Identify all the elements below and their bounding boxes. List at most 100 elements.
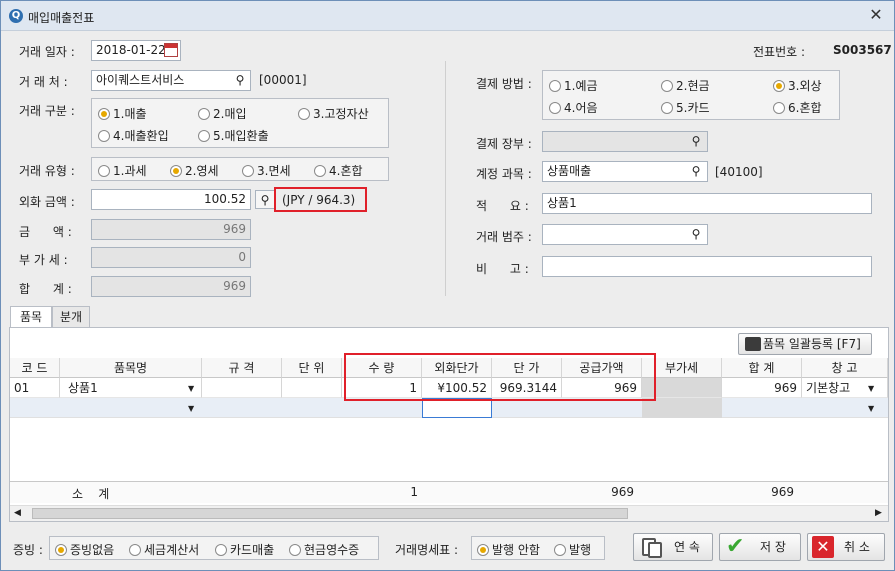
tax-type-zero-radio[interactable]: 2.영세: [170, 162, 219, 179]
continue-button[interactable]: 연 속: [633, 533, 713, 561]
cancel-x-icon: ✕: [812, 536, 834, 558]
pay-card-radio[interactable]: 5.카드: [661, 99, 710, 116]
window-title: 매입매출전표: [28, 11, 95, 25]
calendar-icon[interactable]: [164, 43, 178, 57]
save-button[interactable]: ✔ 저 장: [719, 533, 801, 561]
account-code: [40100]: [715, 165, 763, 179]
tab-journal[interactable]: 분개: [52, 306, 90, 328]
fx-lookup-icon[interactable]: ⚲: [255, 190, 275, 209]
warehouse-dropdown-icon[interactable]: ▼: [868, 384, 874, 393]
category-search-icon[interactable]: ⚲: [686, 225, 706, 244]
trade-type-sale-radio[interactable]: 1.매출: [98, 105, 147, 122]
scroll-right-icon[interactable]: ▶: [875, 508, 882, 518]
account-field[interactable]: 상품매출: [542, 161, 708, 182]
proof-label: 증빙 :: [13, 543, 43, 557]
active-cell[interactable]: [422, 398, 492, 418]
cancel-button[interactable]: ✕ 취 소: [807, 533, 885, 561]
partner-label: 거 래 처 :: [19, 75, 68, 89]
amount-label: 금 액 :: [19, 225, 72, 239]
items-grid: 품목 일괄등록 [F7] 코 드 품목명 규 격 단 위 수 량 외화단가 단 …: [9, 327, 889, 522]
checkmark-icon: ✔: [726, 534, 745, 559]
fx-label: 외화 금액 :: [19, 195, 75, 209]
col-spec[interactable]: 규 격: [202, 358, 282, 378]
scroll-thumb[interactable]: [32, 508, 628, 519]
new-row-item-dropdown-icon[interactable]: ▼: [188, 404, 194, 413]
memo-field[interactable]: 상품1: [542, 193, 872, 214]
partner-field[interactable]: 아이퀘스트서비스: [91, 70, 251, 91]
trade-type-purchase-return-radio[interactable]: 5.매입환출: [198, 127, 269, 144]
partner-code: [00001]: [259, 73, 307, 87]
tax-type-taxable-radio[interactable]: 1.과세: [98, 162, 147, 179]
ledger-label: 결제 장부 :: [476, 137, 532, 151]
grid-highlight: [344, 353, 656, 401]
note-label: 비 고 :: [476, 262, 529, 276]
cell-total[interactable]: 969: [722, 378, 802, 398]
col-warehouse[interactable]: 창 고: [802, 358, 888, 378]
fx-rate-highlight: [274, 187, 367, 212]
tax-type-exempt-radio[interactable]: 3.면세: [242, 162, 291, 179]
horizontal-scrollbar[interactable]: ◀ ▶: [10, 505, 888, 521]
col-code[interactable]: 코 드: [10, 358, 60, 378]
vat-label: 부 가 세 :: [19, 253, 68, 267]
new-row-warehouse-dropdown-icon[interactable]: ▼: [868, 404, 874, 413]
statement-not-issued-radio[interactable]: 발행 안함: [477, 541, 540, 558]
app-logo-icon: Q: [9, 9, 23, 23]
pay-credit-radio[interactable]: 3.외상: [773, 77, 822, 94]
total-field: 969: [91, 276, 251, 297]
col-unit[interactable]: 단 위: [282, 358, 342, 378]
proof-cash-receipt-radio[interactable]: 현금영수증: [289, 541, 359, 558]
cell-warehouse[interactable]: 기본창고: [802, 378, 888, 398]
account-label: 계정 과목 :: [476, 167, 532, 181]
cell-item-name[interactable]: 상품1: [60, 378, 202, 398]
subtotal-supply: 969: [611, 485, 634, 499]
continue-label: 연 속: [674, 540, 700, 554]
pay-deposit-radio[interactable]: 1.예금: [549, 77, 598, 94]
category-label: 거래 범주 :: [476, 230, 532, 244]
memo-label: 적 요 :: [476, 199, 529, 213]
account-search-icon[interactable]: ⚲: [686, 162, 706, 181]
statement-label: 거래명세표 :: [395, 543, 459, 557]
pay-mixed-radio[interactable]: 6.혼합: [773, 99, 822, 116]
save-label: 저 장: [760, 540, 786, 554]
bulk-register-button[interactable]: 품목 일괄등록 [F7]: [738, 333, 872, 355]
voucher-window: Q 매입매출전표 ✕ 거래 일자 : 2018-01-22 전표번호 : S00…: [0, 0, 895, 571]
copy-icon-back: [648, 542, 662, 558]
cell-spec[interactable]: [202, 378, 282, 398]
column-divider: [445, 61, 446, 296]
ledger-search-icon[interactable]: ⚲: [686, 132, 706, 151]
proof-card-radio[interactable]: 카드매출: [215, 541, 274, 558]
date-value: 2018-01-22: [96, 43, 166, 57]
statement-issued-radio[interactable]: 발행: [554, 541, 591, 558]
trade-type-sales-return-radio[interactable]: 4.매출환입: [98, 127, 169, 144]
proof-tax-invoice-radio[interactable]: 세금계산서: [129, 541, 199, 558]
tax-type-label: 거래 유형 :: [19, 164, 75, 178]
col-total[interactable]: 합 계: [722, 358, 802, 378]
item-dropdown-icon[interactable]: ▼: [188, 384, 194, 393]
cell-unit[interactable]: [282, 378, 342, 398]
new-row-vat-cell: [642, 398, 722, 418]
proof-none-radio[interactable]: 증빙없음: [55, 541, 114, 558]
pay-cash-radio[interactable]: 2.현금: [661, 77, 710, 94]
tab-items[interactable]: 품목: [10, 306, 52, 328]
cell-code[interactable]: 01: [10, 378, 60, 398]
scroll-left-icon[interactable]: ◀: [14, 508, 21, 518]
ledger-field: [542, 131, 708, 152]
cancel-label: 취 소: [844, 540, 870, 554]
trade-type-fixed-asset-radio[interactable]: 3.고정자산: [298, 105, 369, 122]
amount-field: 969: [91, 219, 251, 240]
partner-search-icon[interactable]: ⚲: [230, 71, 250, 90]
col-item-name[interactable]: 품목명: [60, 358, 202, 378]
category-field[interactable]: [542, 224, 708, 245]
close-button[interactable]: ✕: [867, 6, 885, 24]
tax-type-mixed-radio[interactable]: 4.혼합: [314, 162, 363, 179]
subtotal-total: 969: [771, 485, 794, 499]
subtotal-qty: 1: [410, 485, 418, 499]
account-value: 상품매출: [547, 164, 592, 178]
title-bar: Q 매입매출전표 ✕: [1, 1, 894, 31]
subtotal-label: 소 계: [72, 487, 110, 501]
fx-amount-field[interactable]: 100.52: [91, 189, 251, 210]
note-field[interactable]: [542, 256, 872, 277]
trade-type-purchase-radio[interactable]: 2.매입: [198, 105, 247, 122]
pay-note-radio[interactable]: 4.어음: [549, 99, 598, 116]
bulk-register-icon: [745, 337, 761, 351]
